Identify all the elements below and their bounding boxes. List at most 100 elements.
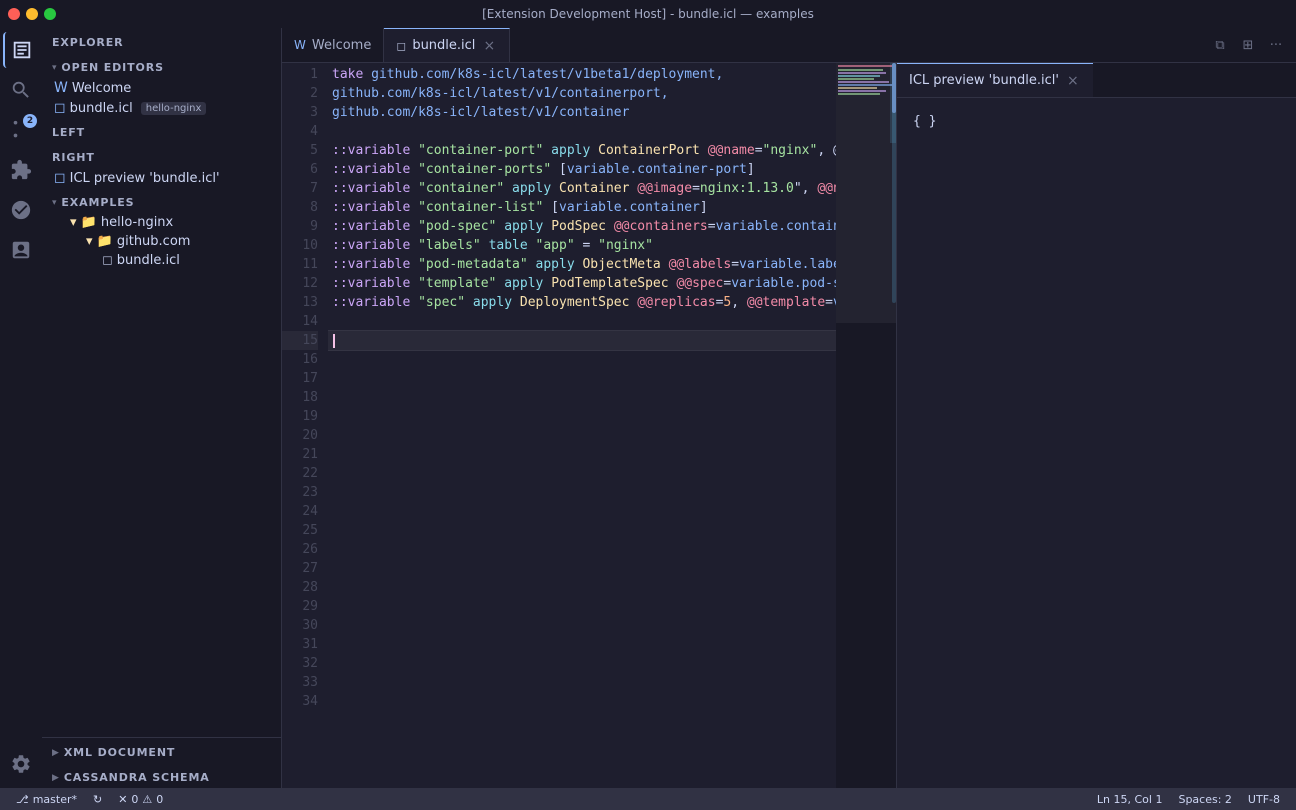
more-actions-button[interactable]: ···	[1264, 33, 1288, 57]
editor-area: W Welcome ◻ bundle.icl × ⧉ ⊞ ··· 12345 6…	[282, 28, 1296, 788]
sidebar-bottom: ▶ XML DOCUMENT ▶ CASSANDRA SCHEMA	[42, 737, 281, 788]
code-line-26	[328, 540, 836, 559]
icl-file-icon: ◻	[102, 253, 113, 268]
tab-welcome[interactable]: W Welcome	[282, 28, 384, 62]
code-line-32	[328, 654, 836, 673]
editor-split: 12345 678910 1112131415 1617181920 21222…	[282, 63, 1296, 788]
status-right: Ln 15, Col 1 Spaces: 2 UTF-8	[1089, 788, 1288, 810]
git-branch-icon: ⎇	[16, 793, 29, 806]
status-bar: ⎇ master* ↻ ✕ 0 ⚠ 0 Ln 15, Col 1 Spaces:…	[0, 788, 1296, 810]
sidebar-item-github-com[interactable]: ▾ 📁 github.com	[42, 232, 281, 251]
code-line-8: ::variable "container-list" [variable.co…	[328, 198, 836, 217]
sync-button[interactable]: ↻	[85, 788, 110, 810]
file-icon: ◻	[54, 100, 66, 116]
welcome-icon: W	[54, 80, 68, 96]
activity-custom[interactable]	[3, 232, 39, 268]
sidebar-open-editors-header[interactable]: ▾ OPEN EDITORS	[42, 53, 281, 78]
tab-bundle-icl[interactable]: ◻ bundle.icl ×	[384, 28, 510, 62]
code-line-33	[328, 673, 836, 692]
activity-explorer[interactable]	[3, 32, 39, 68]
code-line-2: github.com/k8s-icl/latest/v1/containerpo…	[328, 84, 836, 103]
code-line-23	[328, 483, 836, 502]
preview-panel: ICL preview 'bundle.icl' × { }	[896, 63, 1296, 788]
code-line-17	[328, 369, 836, 388]
code-line-24	[328, 502, 836, 521]
code-line-7: ::variable "container" apply Container @…	[328, 179, 836, 198]
welcome-tab-icon: W	[294, 38, 306, 52]
code-line-15	[328, 331, 836, 350]
code-content[interactable]: take github.com/k8s-icl/latest/v1beta1/d…	[328, 63, 836, 788]
sidebar-item-bundle-icl[interactable]: ◻ bundle.icl hello-nginx	[42, 98, 281, 118]
sidebar-cassandra-header[interactable]: ▶ CASSANDRA SCHEMA	[42, 763, 281, 788]
source-control-badge: 2	[23, 114, 37, 128]
activity-settings[interactable]	[3, 746, 39, 782]
tab-actions: ⧉ ⊞ ···	[1208, 28, 1296, 62]
close-button[interactable]	[8, 8, 20, 20]
sidebar-right-label: RIGHT	[42, 143, 281, 168]
code-line-16	[328, 350, 836, 369]
git-branch[interactable]: ⎇ master*	[8, 788, 85, 810]
preview-tab-bar: ICL preview 'bundle.icl' ×	[897, 63, 1296, 98]
split-editor-button[interactable]: ⧉	[1208, 33, 1232, 57]
preview-tab[interactable]: ICL preview 'bundle.icl' ×	[897, 63, 1093, 97]
activity-bar: 2	[0, 28, 42, 788]
code-line-14	[328, 312, 836, 331]
window-title: [Extension Development Host] - bundle.ic…	[482, 7, 814, 21]
code-line-29	[328, 597, 836, 616]
indentation[interactable]: Spaces: 2	[1170, 788, 1239, 810]
line-numbers: 12345 678910 1112131415 1617181920 21222…	[282, 63, 328, 788]
code-line-22	[328, 464, 836, 483]
code-line-21	[328, 445, 836, 464]
minimap	[836, 63, 896, 788]
code-line-4	[328, 122, 836, 141]
sidebar-title: EXPLORER	[42, 28, 281, 53]
window-controls[interactable]	[8, 8, 56, 20]
toggle-panel-button[interactable]: ⊞	[1236, 33, 1260, 57]
code-line-18	[328, 388, 836, 407]
bundle-tab-icon: ◻	[396, 39, 406, 53]
preview-tab-close[interactable]: ×	[1065, 73, 1081, 89]
code-line-30	[328, 616, 836, 635]
cursor-position[interactable]: Ln 15, Col 1	[1089, 788, 1171, 810]
code-line-5: ::variable "container-port" apply Contai…	[328, 141, 836, 160]
code-line-19	[328, 407, 836, 426]
code-line-27	[328, 559, 836, 578]
code-line-11: ::variable "pod-metadata" apply ObjectMe…	[328, 255, 836, 274]
folder-icon-2: ▾ 📁	[86, 234, 113, 249]
code-line-9: ::variable "pod-spec" apply PodSpec @@co…	[328, 217, 836, 236]
activity-source-control[interactable]: 2	[3, 112, 39, 148]
minimize-button[interactable]	[26, 8, 38, 20]
code-line-12: ::variable "template" apply PodTemplateS…	[328, 274, 836, 293]
sidebar: EXPLORER ▾ OPEN EDITORS W Welcome ◻ bund…	[42, 28, 282, 788]
sidebar-item-bundle-icl-2[interactable]: ◻ bundle.icl	[42, 251, 281, 270]
code-line-3: github.com/k8s-icl/latest/v1/container	[328, 103, 836, 122]
code-line-6: ::variable "container-ports" [variable.c…	[328, 160, 836, 179]
preview-content: { }	[897, 98, 1296, 788]
maximize-button[interactable]	[44, 8, 56, 20]
tab-close-button[interactable]: ×	[481, 38, 497, 54]
sidebar-xml-header[interactable]: ▶ XML DOCUMENT	[42, 738, 281, 763]
sidebar-item-icl-preview[interactable]: ◻ ICL preview 'bundle.icl'	[42, 168, 281, 188]
sidebar-item-hello-nginx[interactable]: ▾ 📁 hello-nginx	[42, 213, 281, 232]
sidebar-item-welcome[interactable]: W Welcome	[42, 78, 281, 98]
code-line-25	[328, 521, 836, 540]
encoding[interactable]: UTF-8	[1240, 788, 1288, 810]
code-line-31	[328, 635, 836, 654]
code-line-10: ::variable "labels" table "app" = "nginx…	[328, 236, 836, 255]
tab-bar: W Welcome ◻ bundle.icl × ⧉ ⊞ ···	[282, 28, 1296, 63]
titlebar: [Extension Development Host] - bundle.ic…	[0, 0, 1296, 28]
code-editor[interactable]: 12345 678910 1112131415 1617181920 21222…	[282, 63, 896, 788]
error-icon: ✕	[118, 793, 127, 806]
activity-icl[interactable]	[3, 192, 39, 228]
sidebar-left-label: LEFT	[42, 118, 281, 143]
activity-extensions[interactable]	[3, 152, 39, 188]
sidebar-examples-header[interactable]: ▾ EXAMPLES	[42, 188, 281, 213]
activity-search[interactable]	[3, 72, 39, 108]
warning-icon: ⚠	[142, 793, 152, 806]
preview-icon: ◻	[54, 170, 66, 186]
main-layout: 2 EXPLORER ▾ OPEN EDITORS W Welcome ◻	[0, 28, 1296, 788]
code-line-13: ::variable "spec" apply DeploymentSpec @…	[328, 293, 836, 312]
code-line-34	[328, 692, 836, 711]
status-left: ⎇ master* ↻ ✕ 0 ⚠ 0	[8, 788, 171, 810]
errors-indicator[interactable]: ✕ 0 ⚠ 0	[110, 788, 171, 810]
